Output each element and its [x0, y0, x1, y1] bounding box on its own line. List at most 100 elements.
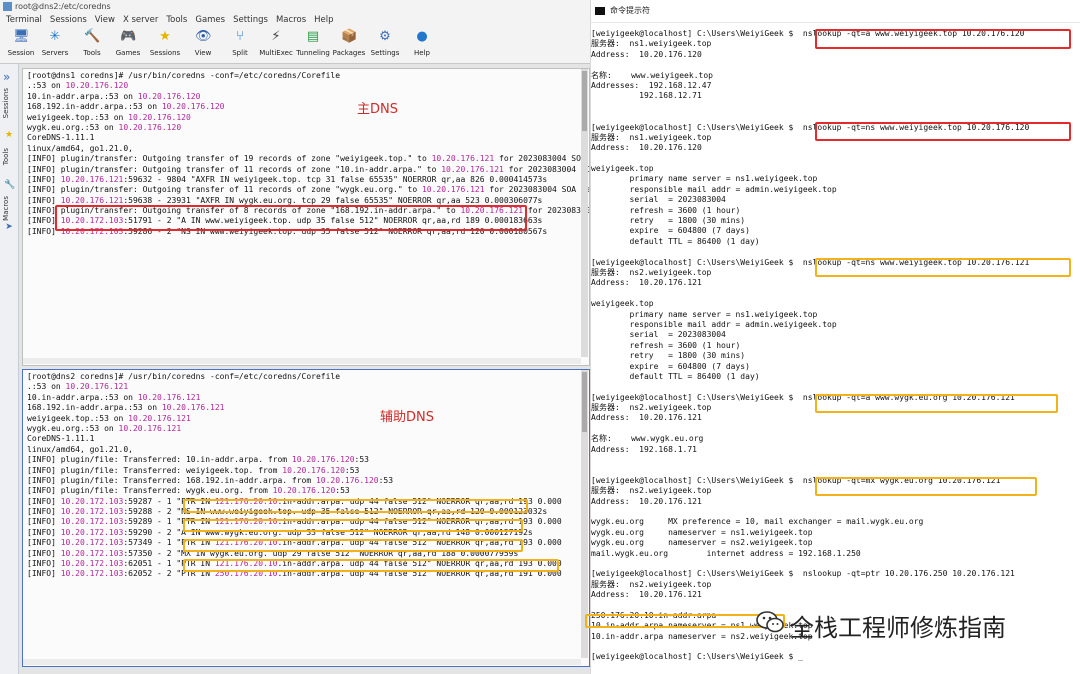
terminal-text: 10.20.176.121: [421, 185, 485, 195]
toolbar-button-settings[interactable]: ⚙ Settings: [365, 29, 405, 57]
menu-item-view[interactable]: View: [95, 15, 115, 25]
scroll-thumb[interactable]: [582, 372, 587, 432]
toolbar-button-help[interactable]: ● Help: [402, 29, 442, 57]
toolbar-button-label: View: [194, 49, 212, 57]
cmd-console[interactable]: [weiyigeek@localhost] C:\Users\WeiyiGeek…: [591, 23, 1080, 674]
terminal-text: [INFO]: [27, 507, 61, 517]
sidebar-tab-macros[interactable]: Macros: [2, 196, 10, 221]
terminal-text: [INFO]: [27, 517, 61, 527]
terminal-line: [root@dns1 coredns]# /usr/bin/coredns -c…: [27, 71, 589, 81]
terminal-text: 10.20.176.120: [315, 475, 379, 485]
toolbar-button-label: MultiExec: [259, 49, 293, 57]
servers-icon: ✳: [49, 29, 61, 44]
cmd-line: retry = 1800 (30 mins): [591, 216, 746, 226]
sidebar-tab-tools[interactable]: Tools: [2, 148, 10, 165]
cmd-line: [weiyigeek@localhost] C:\Users\WeiyiGeek…: [591, 569, 1015, 579]
terminal-text: 10.20.176.120: [65, 81, 129, 91]
terminal-text: 10.20.176.120: [118, 122, 182, 132]
cmd-line: Address: 10.20.176.121: [591, 496, 702, 506]
toolbar: 🖥 Session ✳ Servers 🔨 Tools 🎮 Games ★ Sessions 👁 Vi…: [0, 27, 590, 64]
terminal-line: [INFO] plugin/file: Transferred: wygk.eu…: [27, 486, 562, 496]
toolbar-button-label: Help: [414, 49, 430, 57]
terminal-text: 10.in-addr.arpa.:53 on: [27, 392, 138, 402]
terminal-text: 10.20.176.120: [291, 455, 355, 465]
settings-icon: ⚙: [379, 29, 391, 44]
toolbar-button-label: Servers: [41, 49, 69, 57]
cmd-line: Address: 192.168.1.71: [591, 444, 697, 454]
terminal-text: [INFO] plugin/file: Transferred: 168.192…: [27, 475, 316, 485]
games-icon: 🎮: [120, 29, 137, 44]
cmd-line: mail.wygk.eu.org internet address = 192.…: [591, 548, 861, 558]
terminal-text: [INFO] plugin/transfer: Outgoing transfe…: [27, 185, 422, 195]
terminal-text: 10.20.176.121: [65, 382, 129, 392]
terminal-line: linux/amd64, go1.21.0,: [27, 445, 562, 455]
cmd-line: [591, 507, 1029, 517]
cmd-line: [weiyigeek@localhost] C:\Users\WeiyiGeek…: [591, 652, 803, 662]
terminal-text: linux/amd64, go1.21.0,: [27, 143, 133, 153]
menu-item-tools[interactable]: Tools: [166, 15, 187, 25]
terminal-text: 10.20.172.103: [60, 527, 124, 537]
wechat-icon: [756, 611, 784, 633]
cmd-line: Address: 10.20.176.121: [591, 413, 702, 423]
menu-item-macros[interactable]: Macros: [276, 15, 306, 25]
terminal-text: 10.20.176.120: [137, 91, 201, 101]
toolbar-button-tunneling[interactable]: ▤ Tunneling: [293, 29, 333, 57]
cmd-icon: [595, 6, 605, 15]
terminal-dns1-vscroll[interactable]: [581, 69, 588, 357]
toolbar-button-label: Session: [7, 49, 35, 57]
terminal-text: 10.20.176.121: [137, 392, 201, 402]
menu-item-help[interactable]: Help: [314, 15, 333, 25]
terminal-text: :59638 - 23931 "AXFR IN wygk.eu.org. tcp…: [123, 195, 543, 205]
terminal-line: CoreDNS-1.11.1: [27, 434, 562, 444]
terminal-text: [INFO] plugin/transfer: Outgoing transfe…: [27, 154, 432, 164]
cmd-line: [591, 112, 1029, 122]
toolbar-button-games[interactable]: 🎮 Games: [108, 29, 148, 57]
terminal-text: 10.20.176.120: [282, 465, 345, 475]
highlight-box-orange: [815, 394, 1058, 413]
terminal-line: wygk.eu.org.:53 on 10.20.176.121: [27, 424, 562, 434]
cmd-line: wygk.eu.org nameserver = ns1.weiyigeek.t…: [591, 527, 813, 537]
menu-item-sessions[interactable]: Sessions: [50, 15, 87, 25]
window-titlebar: root@dns2:/etc/coredns: [0, 0, 590, 14]
toolbar-button-tools[interactable]: 🔨 Tools: [72, 29, 112, 57]
paper-plane-icon: ➤: [5, 222, 13, 232]
terminal-text: 10.20.176.120: [128, 112, 191, 122]
secondary-dns-note: 辅助DNS: [380, 410, 434, 425]
left-sidebar: » Sessions ★ Tools 🔧 Macros ➤: [0, 64, 19, 674]
terminal-text: [INFO]: [27, 496, 61, 506]
terminal-text: .:53 on: [27, 382, 66, 392]
cmd-line: weiyigeek.top: [591, 299, 654, 309]
highlight-box-red: [815, 29, 1071, 49]
toolbar-button-sessions[interactable]: ★ Sessions: [145, 29, 185, 57]
toolbar-button-label: Tunneling: [296, 49, 330, 57]
scroll-thumb[interactable]: [582, 71, 587, 131]
toolbar-button-view[interactable]: 👁 View: [183, 29, 223, 57]
cmd-line: 名称: www.wygk.eu.org: [591, 434, 704, 444]
cmd-line: [591, 559, 1029, 569]
cmd-line: [591, 247, 1029, 257]
toolbar-button-packages[interactable]: 📦 Packages: [329, 29, 369, 57]
toolbar-button-label: Split: [232, 49, 248, 57]
cmd-line: refresh = 3600 (1 hour): [591, 340, 741, 350]
terminal-dns1-hscroll[interactable]: [23, 358, 581, 364]
toolbar-button-servers[interactable]: ✳ Servers: [35, 29, 75, 57]
collapse-arrow-icon[interactable]: »: [3, 70, 10, 84]
cmd-line: [591, 154, 1029, 164]
menu-bar: Terminal Sessions View X server Tools Games Se…: [0, 14, 590, 27]
menu-item-games[interactable]: Games: [195, 15, 225, 25]
toolbar-button-multiexec[interactable]: ⚡ MultiExec: [256, 29, 296, 57]
cmd-line: [591, 455, 1029, 465]
window-title: root@dns2:/etc/coredns: [15, 2, 111, 11]
cmd-line: primary name server = ns1.weiyigeek.top: [591, 309, 818, 319]
menu-item-settings[interactable]: Settings: [233, 15, 268, 25]
cmd-line: [591, 60, 1029, 70]
toolbar-button-split[interactable]: ⑂ Split: [220, 29, 260, 57]
terminal-text: [root@dns1 coredns]# /usr/bin/coredns -c…: [27, 71, 341, 80]
terminal-text: [INFO] plugin/transfer: Outgoing transfe…: [27, 164, 442, 174]
sidebar-tab-sessions[interactable]: Sessions: [2, 88, 10, 118]
terminal-dns2-hscroll[interactable]: [23, 659, 581, 665]
terminal-text: 10.20.172.103: [60, 548, 124, 558]
menu-item-x-server[interactable]: X server: [123, 15, 158, 25]
menu-item-terminal[interactable]: Terminal: [6, 15, 42, 25]
terminal-dns2[interactable]: [root@dns2 coredns]# /usr/bin/coredns -c…: [22, 369, 590, 667]
